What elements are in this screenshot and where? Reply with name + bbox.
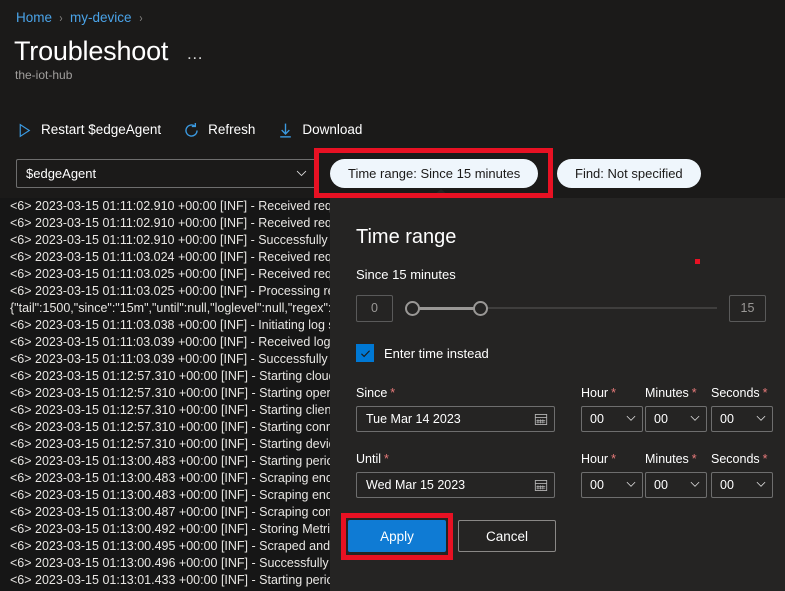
- date-time-fields: Since* Hour* Minutes* Seconds* Tue Mar 1…: [356, 386, 776, 506]
- breadcrumb: Home › my-device ›: [16, 10, 143, 25]
- enter-time-instead-checkbox[interactable]: Enter time instead: [356, 344, 489, 362]
- restart-edgeagent-button[interactable]: Restart $edgeAgent: [16, 120, 161, 140]
- checkbox-box: [356, 344, 374, 362]
- since-minutes-label: Minutes*: [645, 386, 697, 400]
- calendar-icon[interactable]: [534, 478, 548, 492]
- flyout-title: Time range: [356, 226, 456, 249]
- until-minutes-select[interactable]: 00: [645, 472, 707, 498]
- refresh-icon: [183, 122, 200, 139]
- since-seconds-select[interactable]: 00: [711, 406, 773, 432]
- breadcrumb-item-home[interactable]: Home: [16, 10, 52, 25]
- download-icon: [277, 122, 294, 139]
- breadcrumb-item-my-device[interactable]: my-device: [70, 10, 132, 25]
- chevron-down-icon: [755, 412, 767, 427]
- check-icon: [359, 347, 372, 360]
- until-hour-value: 00: [590, 478, 604, 492]
- chevron-down-icon: [625, 412, 637, 427]
- until-seconds-label: Seconds*: [711, 452, 768, 466]
- since-field-row: Since* Hour* Minutes* Seconds* Tue Mar 1…: [356, 386, 776, 440]
- command-bar: Restart $edgeAgent Refresh Download: [16, 120, 362, 140]
- time-range-slider-row: 0 15: [356, 292, 766, 324]
- module-select-value: $edgeAgent: [26, 166, 295, 181]
- chevron-down-icon: [755, 478, 767, 493]
- flyout-actions: Apply Cancel: [348, 520, 556, 552]
- page-subtitle: the-iot-hub: [15, 68, 72, 82]
- chevron-down-icon: [295, 167, 308, 180]
- page-title: Troubleshoot: [14, 34, 168, 68]
- until-minutes-label: Minutes*: [645, 452, 697, 466]
- since-minutes-value: 00: [654, 412, 668, 426]
- until-seconds-select[interactable]: 00: [711, 472, 773, 498]
- module-select[interactable]: $edgeAgent: [16, 159, 317, 188]
- until-seconds-value: 00: [720, 478, 734, 492]
- until-date-value: Wed Mar 15 2023: [366, 478, 534, 492]
- until-field-row: Until* Hour* Minutes* Seconds* Wed Mar 1…: [356, 452, 776, 506]
- until-hour-label: Hour*: [581, 452, 616, 466]
- since-hour-select[interactable]: 00: [581, 406, 643, 432]
- chevron-down-icon: [689, 412, 701, 427]
- since-hour-label: Hour*: [581, 386, 616, 400]
- find-pill[interactable]: Find: Not specified: [557, 159, 701, 188]
- until-date-input[interactable]: Wed Mar 15 2023: [356, 472, 555, 498]
- since-minutes-select[interactable]: 00: [645, 406, 707, 432]
- required-mark: *: [390, 386, 395, 400]
- checkbox-label: Enter time instead: [384, 346, 489, 361]
- page-title-row: Troubleshoot …: [14, 34, 207, 68]
- more-options-icon[interactable]: …: [184, 44, 207, 64]
- filter-bar: $edgeAgent Time range: Since 15 minutes …: [0, 154, 785, 198]
- breadcrumb-separator-icon: ›: [59, 11, 62, 25]
- slider-thumb-high[interactable]: [473, 301, 488, 316]
- refresh-label: Refresh: [208, 120, 255, 140]
- slider-min-value[interactable]: 0: [356, 295, 393, 322]
- play-icon: [16, 122, 33, 139]
- chevron-down-icon: [625, 478, 637, 493]
- cancel-button[interactable]: Cancel: [458, 520, 556, 552]
- since-date-value: Tue Mar 14 2023: [366, 412, 534, 426]
- flyout-caret-icon: [430, 189, 452, 199]
- app-root: Home › my-device › Troubleshoot … the-io…: [0, 0, 785, 591]
- apply-button[interactable]: Apply: [348, 520, 446, 552]
- until-minutes-value: 00: [654, 478, 668, 492]
- since-date-input[interactable]: Tue Mar 14 2023: [356, 406, 555, 432]
- chevron-down-icon: [689, 478, 701, 493]
- slider-track-wrap[interactable]: [405, 294, 717, 322]
- calendar-icon[interactable]: [534, 412, 548, 426]
- since-seconds-value: 00: [720, 412, 734, 426]
- since-hour-value: 00: [590, 412, 604, 426]
- time-range-pill[interactable]: Time range: Since 15 minutes: [330, 159, 538, 188]
- download-label: Download: [302, 120, 362, 140]
- download-button[interactable]: Download: [277, 120, 362, 140]
- validation-dot-icon: [695, 259, 700, 264]
- slider-max-value[interactable]: 15: [729, 295, 766, 322]
- until-hour-select[interactable]: 00: [581, 472, 643, 498]
- since-summary-label: Since 15 minutes: [356, 267, 456, 282]
- since-seconds-label: Seconds*: [711, 386, 768, 400]
- breadcrumb-separator-icon-2: ›: [139, 11, 142, 25]
- slider-thumb-low[interactable]: [405, 301, 420, 316]
- refresh-button[interactable]: Refresh: [183, 120, 255, 140]
- restart-edgeagent-label: Restart $edgeAgent: [41, 120, 161, 140]
